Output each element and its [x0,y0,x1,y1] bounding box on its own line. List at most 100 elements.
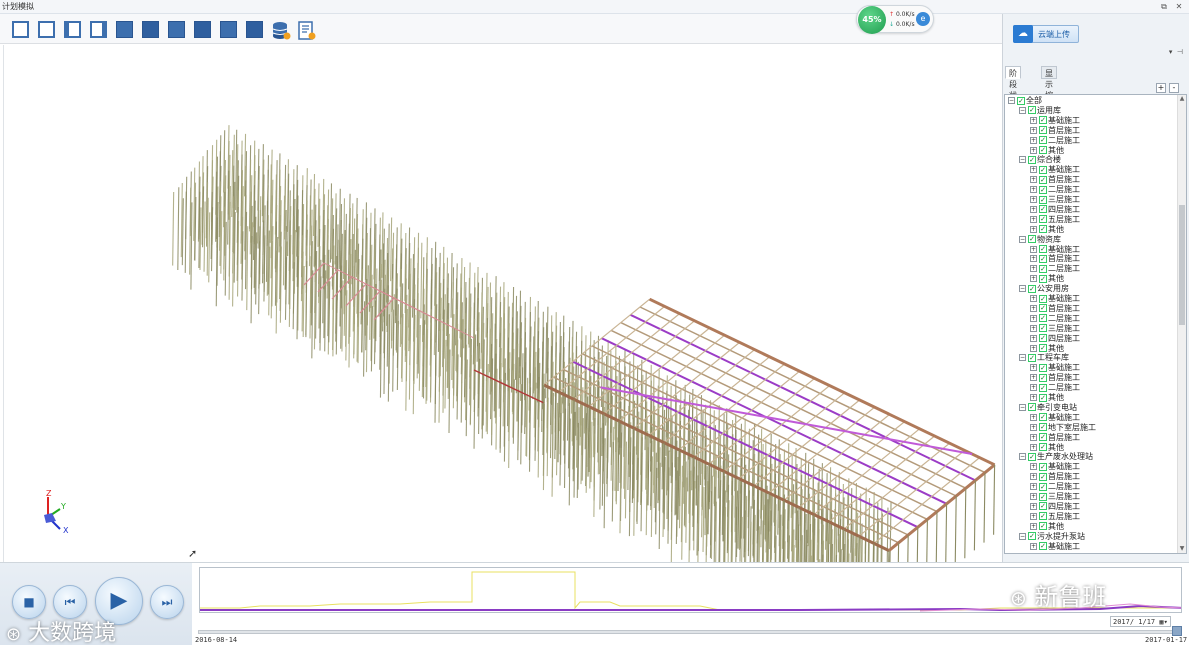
tree-item[interactable]: + ✓ 首层施工 [1030,126,1080,136]
collapse-icon[interactable]: − [1019,235,1026,243]
checkbox[interactable]: ✓ [1028,353,1036,362]
tree-item[interactable]: + ✓ 五层施工 [1030,512,1080,522]
timeline-thumb[interactable] [1172,626,1182,636]
expand-icon[interactable]: + [1030,215,1037,223]
tree-item[interactable]: + ✓ 二层施工 [1030,264,1080,274]
checkbox[interactable]: ✓ [1028,532,1036,541]
checkbox[interactable]: ✓ [1039,512,1047,521]
expand-icon[interactable]: + [1030,483,1037,491]
collapse-icon[interactable]: − [1019,532,1026,540]
database-button[interactable] [271,21,291,40]
tree-item[interactable]: + ✓ 三层施工 [1030,492,1080,502]
checkbox[interactable]: ✓ [1028,403,1036,412]
checkbox[interactable]: ✓ [1039,116,1047,125]
checkbox[interactable]: ✓ [1039,195,1047,204]
tree-item[interactable]: + ✓ 四层施工 [1030,334,1080,344]
view-iso-2-button[interactable] [194,21,212,39]
tree-item[interactable]: + ✓ 基础施工 [1030,116,1080,126]
timeline-track[interactable] [198,630,1179,634]
expand-icon[interactable]: + [1030,314,1037,322]
tree-item[interactable]: + ✓ 基础施工 [1030,542,1080,552]
scroll-up-icon[interactable]: ▲ [1178,95,1186,103]
expand-icon[interactable]: + [1030,443,1037,451]
checkbox[interactable]: ✓ [1039,185,1047,194]
tree-item[interactable]: + ✓ 基础施工 [1030,245,1080,255]
collapse-icon[interactable]: − [1019,354,1026,362]
checkbox[interactable]: ✓ [1039,492,1047,501]
tree-item[interactable]: + ✓ 首层施工 [1030,472,1080,482]
checkbox[interactable]: ✓ [1039,502,1047,511]
scroll-down-icon[interactable]: ▼ [1178,545,1186,553]
tree-item[interactable]: − ✓ 牵引变电站 [1019,403,1077,413]
tree-item[interactable]: + ✓ 三层施工 [1030,195,1080,205]
checkbox[interactable]: ✓ [1039,146,1047,154]
expand-icon[interactable]: + [1030,542,1037,550]
pin-icon[interactable]: ⊣ [1177,48,1183,56]
tree-item[interactable]: + ✓ 二层施工 [1030,185,1080,195]
expand-icon[interactable]: + [1030,344,1037,352]
expand-icon[interactable]: + [1030,225,1037,233]
expand-icon[interactable]: + [1030,186,1037,194]
checkbox[interactable]: ✓ [1039,433,1047,442]
expand-icon[interactable]: + [1030,265,1037,273]
view-right-button[interactable] [90,21,108,39]
checkbox[interactable]: ✓ [1039,472,1047,481]
checkbox[interactable]: ✓ [1039,334,1047,343]
view-bottom-button[interactable] [142,21,160,39]
tree-item[interactable]: + ✓ 地下室层施工 [1030,423,1096,433]
report-button[interactable] [297,21,316,40]
checkbox[interactable]: ✓ [1028,155,1036,164]
tree-item[interactable]: + ✓ 其他 [1030,225,1064,235]
view-front-button[interactable] [12,21,30,39]
tree-item[interactable]: + ✓ 二层施工 [1030,383,1080,393]
expand-icon[interactable]: + [1030,166,1037,174]
expand-icon[interactable]: + [1030,473,1037,481]
expand-icon[interactable]: + [1030,394,1037,401]
view-left-button[interactable] [64,21,82,39]
collapse-icon[interactable]: − [1019,403,1026,411]
checkbox[interactable]: ✓ [1028,235,1036,244]
tab-display-control[interactable]: 显示控制 [1041,66,1057,111]
checkbox[interactable]: ✓ [1039,393,1047,402]
checkbox[interactable]: ✓ [1028,452,1036,461]
collapse-icon[interactable]: − [1008,97,1015,104]
checkbox[interactable]: ✓ [1039,373,1047,382]
collapse-icon[interactable]: − [1019,156,1026,164]
view-back-button[interactable] [38,21,56,39]
expand-icon[interactable]: + [1030,413,1037,421]
view-iso-4-button[interactable] [246,21,264,39]
checkbox[interactable]: ✓ [1039,304,1047,313]
collapse-icon[interactable]: − [1019,453,1026,461]
tree-item[interactable]: − ✓ 工程车库 [1019,353,1069,363]
expand-icon[interactable]: + [1030,126,1037,134]
tree-item[interactable]: + ✓ 基础施工 [1030,294,1080,304]
checkbox[interactable]: ✓ [1039,294,1047,303]
expand-icon[interactable]: + [1030,275,1037,283]
checkbox[interactable]: ✓ [1039,205,1047,214]
checkbox[interactable]: ✓ [1039,383,1047,392]
tree-item[interactable]: + ✓ 三层施工 [1030,324,1080,334]
tree-item[interactable]: − ✓ 综合楼 [1019,155,1061,165]
checkbox[interactable]: ✓ [1017,96,1025,105]
tree-item[interactable]: + ✓ 五层施工 [1030,215,1080,225]
checkbox[interactable]: ✓ [1039,324,1047,333]
checkbox[interactable]: ✓ [1039,225,1047,234]
checkbox[interactable]: ✓ [1039,363,1047,372]
scroll-thumb[interactable] [1179,205,1185,325]
tree-item[interactable]: + ✓ 二层施工 [1030,314,1080,324]
expand-icon[interactable]: + [1030,334,1037,342]
expand-icon[interactable]: + [1030,463,1037,471]
expand-icon[interactable]: + [1030,146,1037,154]
expand-icon[interactable]: + [1030,384,1037,392]
expand-icon[interactable]: + [1030,364,1037,372]
tree-item[interactable]: − ✓ 污水提升泵站 [1019,532,1085,542]
tree-item[interactable]: + ✓ 首层施工 [1030,433,1080,443]
collapse-all-button[interactable]: - [1169,83,1179,93]
checkbox[interactable]: ✓ [1039,344,1047,352]
expand-icon[interactable]: + [1030,512,1037,520]
collapse-icon[interactable]: − [1019,106,1026,114]
tree-item[interactable]: + ✓ 其他 [1030,443,1064,453]
checkbox[interactable]: ✓ [1039,175,1047,184]
expand-icon[interactable]: + [1030,245,1037,253]
close-window-icon[interactable]: ✕ [1173,0,1185,13]
